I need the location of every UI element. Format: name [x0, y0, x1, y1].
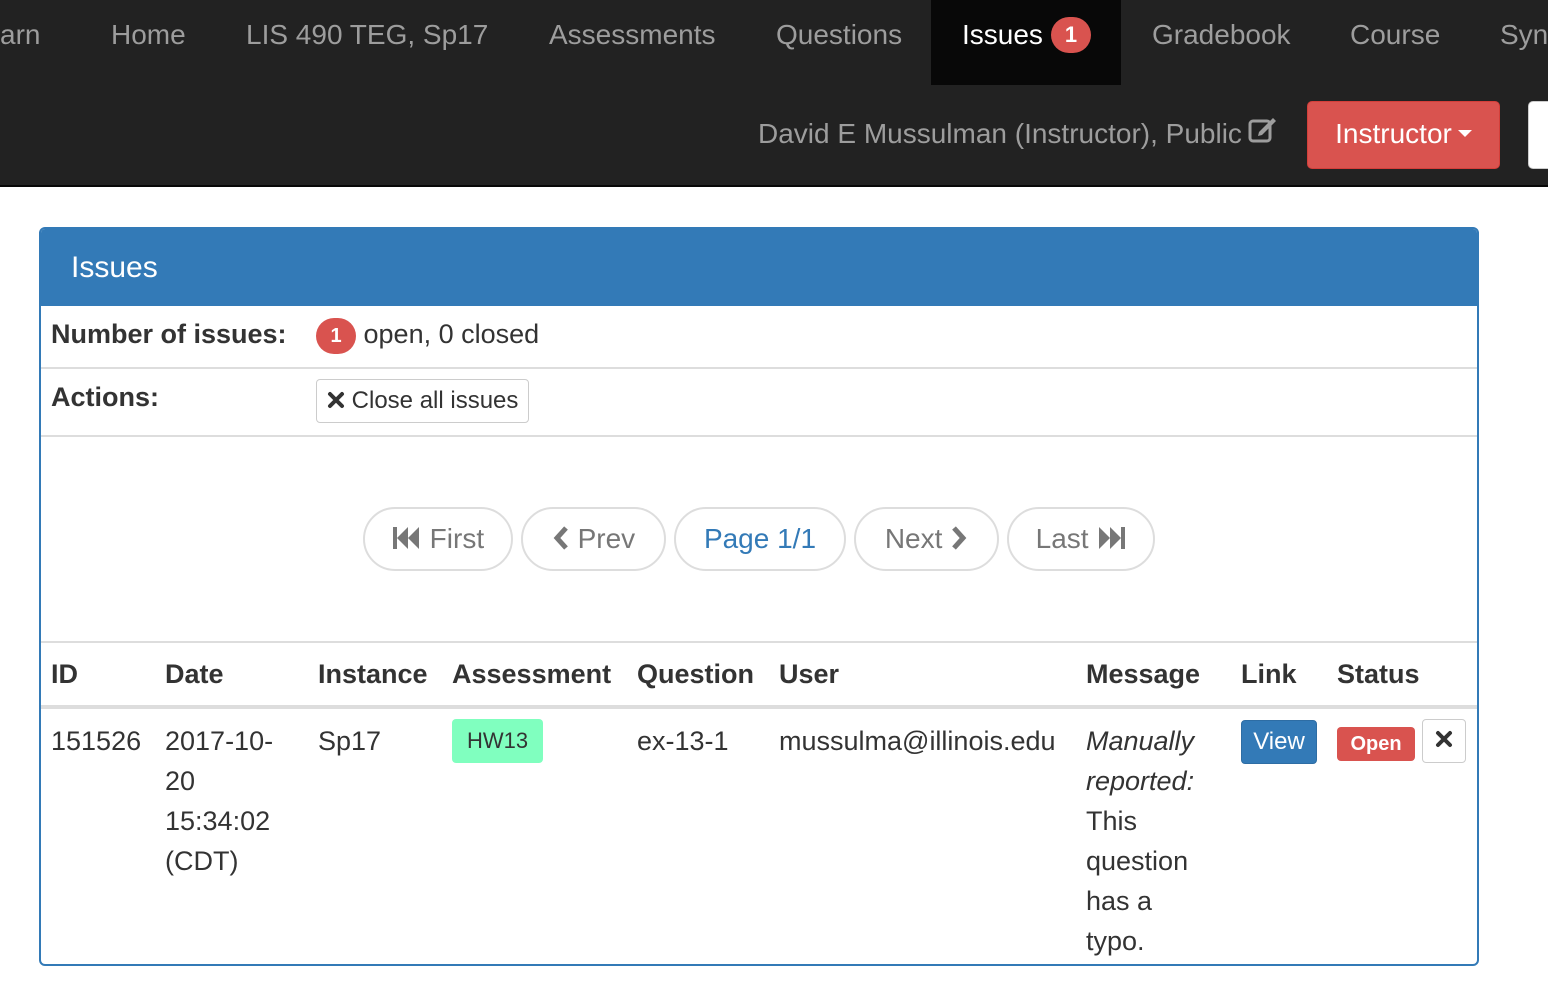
status-badge: Open [1337, 727, 1415, 761]
instructor-role-button[interactable]: Instructor [1307, 101, 1500, 169]
issues-count-badge: 1 [1050, 16, 1091, 53]
open-count-badge: 1 [316, 318, 356, 354]
view-issue-button[interactable]: View [1241, 720, 1317, 764]
issue-question[interactable]: ex-13-1 [637, 721, 729, 761]
next-page-button[interactable]: Next [854, 507, 999, 571]
user-info[interactable]: David E Mussulman (Instructor), Public [758, 117, 1278, 154]
chevron-right-icon [952, 525, 967, 550]
nav-item-issues-label: Issues [962, 19, 1043, 50]
issue-id: 151526 [51, 726, 142, 756]
prev-label: Prev [577, 523, 636, 554]
top-navbar: arn Home LIS 490 TEG, Sp17 Assessments Q… [0, 0, 1548, 187]
issue-date: 2017-10- 20 15:34:02 (CDT) [165, 721, 273, 881]
col-header-user: User [779, 659, 840, 689]
count-label: Number of issues: [51, 319, 287, 349]
last-label: Last [1035, 523, 1089, 554]
issues-table-header: ID Date Instance Assessment Question Use… [41, 643, 1477, 709]
close-icon [328, 391, 344, 408]
chevron-left-icon [553, 525, 568, 550]
fast-backward-icon [392, 526, 419, 549]
next-label: Next [884, 523, 943, 554]
issues-panel: Issues Number of issues: 1 open, 0 close… [39, 227, 1479, 966]
issue-date-line: 20 [165, 766, 196, 796]
nav-item-home[interactable]: Home [111, 0, 186, 85]
col-header-date: Date [165, 659, 224, 689]
issues-count-row: Number of issues: 1 open, 0 closed [41, 306, 1477, 369]
prev-page-button[interactable]: Prev [521, 507, 666, 571]
col-header-status: Status [1337, 659, 1420, 689]
col-header-link: Link [1241, 659, 1297, 689]
current-page-indicator[interactable]: Page 1/1 [674, 507, 846, 571]
assessment-badge[interactable]: HW13 [452, 719, 543, 763]
issue-instance: Sp17 [318, 726, 382, 756]
actions-row: Actions: Close all issues [41, 369, 1477, 437]
issue-message: Manually reported: This question has a t… [1086, 721, 1194, 961]
issue-date-line: (CDT) [165, 846, 239, 876]
close-all-issues-button[interactable]: Close all issues [316, 379, 530, 423]
first-label: First [429, 523, 485, 554]
close-icon [1436, 731, 1452, 747]
nav-item-gradebook[interactable]: Gradebook [1152, 0, 1291, 85]
message-line: This [1086, 806, 1138, 836]
message-prefix-line: Manually [1086, 726, 1195, 756]
panel-title: Issues [41, 229, 1477, 306]
nav-item-course[interactable]: Course [1350, 0, 1440, 85]
edit-icon [1248, 115, 1278, 151]
col-header-message: Message [1086, 659, 1201, 689]
nav-item-syn[interactable]: Syn [1500, 0, 1548, 85]
brand-link[interactable]: arn [0, 0, 40, 85]
issue-date-line: 2017-10- [165, 726, 274, 756]
actions-label: Actions: [51, 382, 159, 412]
table-row: 151526 2017-10- 20 15:34:02 (CDT) Sp17 H… [41, 709, 1477, 964]
col-header-assessment: Assessment [452, 659, 612, 689]
instructor-role-label: Instructor [1335, 118, 1452, 149]
message-line: typo. [1086, 926, 1145, 956]
nav-item-issues[interactable]: Issues 1 [931, 0, 1121, 85]
issues-summary: 1 open, 0 closed [316, 318, 539, 354]
caret-down-icon [1457, 130, 1472, 138]
pagination: First Prev Page 1/1 Next Last [41, 437, 1477, 643]
col-header-question: Question [637, 659, 755, 689]
message-line: question [1086, 846, 1189, 876]
col-header-id: ID [51, 659, 78, 689]
fast-forward-icon [1099, 526, 1126, 549]
close-issue-button[interactable] [1422, 719, 1466, 763]
navbar-edge-button[interactable] [1528, 101, 1548, 169]
issue-user: mussulma@illinois.edu [779, 726, 1056, 756]
message-prefix-line: reported: [1086, 766, 1195, 796]
col-header-instance: Instance [318, 659, 428, 689]
user-info-label: David E Mussulman (Instructor), Public [758, 118, 1242, 149]
message-line: has a [1086, 886, 1153, 916]
last-page-button[interactable]: Last [1007, 507, 1155, 571]
count-text: open, 0 closed [363, 319, 540, 350]
nav-item-course-instance[interactable]: LIS 490 TEG, Sp17 [246, 0, 488, 85]
first-page-button[interactable]: First [363, 507, 513, 571]
nav-item-assessments[interactable]: Assessments [549, 0, 716, 85]
nav-row: arn Home LIS 490 TEG, Sp17 Assessments Q… [0, 0, 1548, 85]
nav-item-questions[interactable]: Questions [776, 0, 902, 85]
issue-date-line: 15:34:02 [165, 806, 271, 836]
close-all-label: Close all issues [351, 387, 519, 414]
